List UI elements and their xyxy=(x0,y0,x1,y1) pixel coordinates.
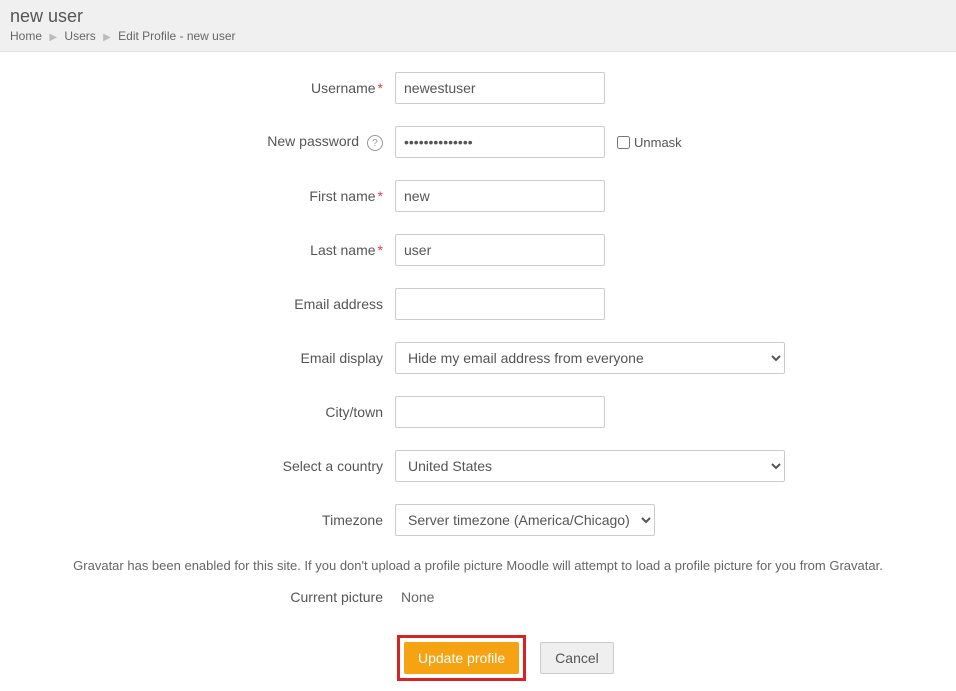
password-label: New password ? xyxy=(0,133,395,152)
city-input[interactable] xyxy=(395,396,605,428)
breadcrumb: Home ▶ Users ▶ Edit Profile - new user xyxy=(10,29,946,43)
last-name-input[interactable] xyxy=(395,234,605,266)
timezone-label: Timezone xyxy=(0,512,395,528)
unmask-label: Unmask xyxy=(634,135,682,150)
cancel-button[interactable]: Cancel xyxy=(540,642,614,674)
update-button-highlight: Update profile xyxy=(397,635,526,681)
breadcrumb-home[interactable]: Home xyxy=(10,29,42,43)
username-input[interactable] xyxy=(395,72,605,104)
chevron-right-icon: ▶ xyxy=(103,32,111,43)
required-mark: * xyxy=(378,188,383,204)
required-mark: * xyxy=(378,80,383,96)
email-label: Email address xyxy=(0,296,395,312)
edit-profile-form: Username* New password ? Unmask First na… xyxy=(0,52,956,691)
header-bar: new user Home ▶ Users ▶ Edit Profile - n… xyxy=(0,0,956,52)
update-profile-button[interactable]: Update profile xyxy=(404,642,519,674)
button-row: Update profile Cancel xyxy=(0,635,956,681)
help-icon[interactable]: ? xyxy=(367,135,383,151)
last-name-label: Last name* xyxy=(0,242,395,258)
current-picture-label: Current picture xyxy=(0,589,395,605)
gravatar-note: Gravatar has been enabled for this site.… xyxy=(20,558,936,573)
country-label: Select a country xyxy=(0,458,395,474)
timezone-select[interactable]: Server timezone (America/Chicago) xyxy=(395,504,655,536)
chevron-right-icon: ▶ xyxy=(49,32,57,43)
breadcrumb-current: Edit Profile - new user xyxy=(118,29,235,43)
first-name-label: First name* xyxy=(0,188,395,204)
breadcrumb-users[interactable]: Users xyxy=(64,29,95,43)
country-select[interactable]: United States xyxy=(395,450,785,482)
current-picture-value: None xyxy=(395,589,434,605)
username-label: Username* xyxy=(0,80,395,96)
required-mark: * xyxy=(378,242,383,258)
email-input[interactable] xyxy=(395,288,605,320)
page-title: new user xyxy=(10,6,946,27)
password-input[interactable] xyxy=(395,126,605,158)
email-display-select[interactable]: Hide my email address from everyone xyxy=(395,342,785,374)
unmask-checkbox[interactable] xyxy=(617,136,630,149)
email-display-label: Email display xyxy=(0,350,395,366)
first-name-input[interactable] xyxy=(395,180,605,212)
city-label: City/town xyxy=(0,404,395,420)
